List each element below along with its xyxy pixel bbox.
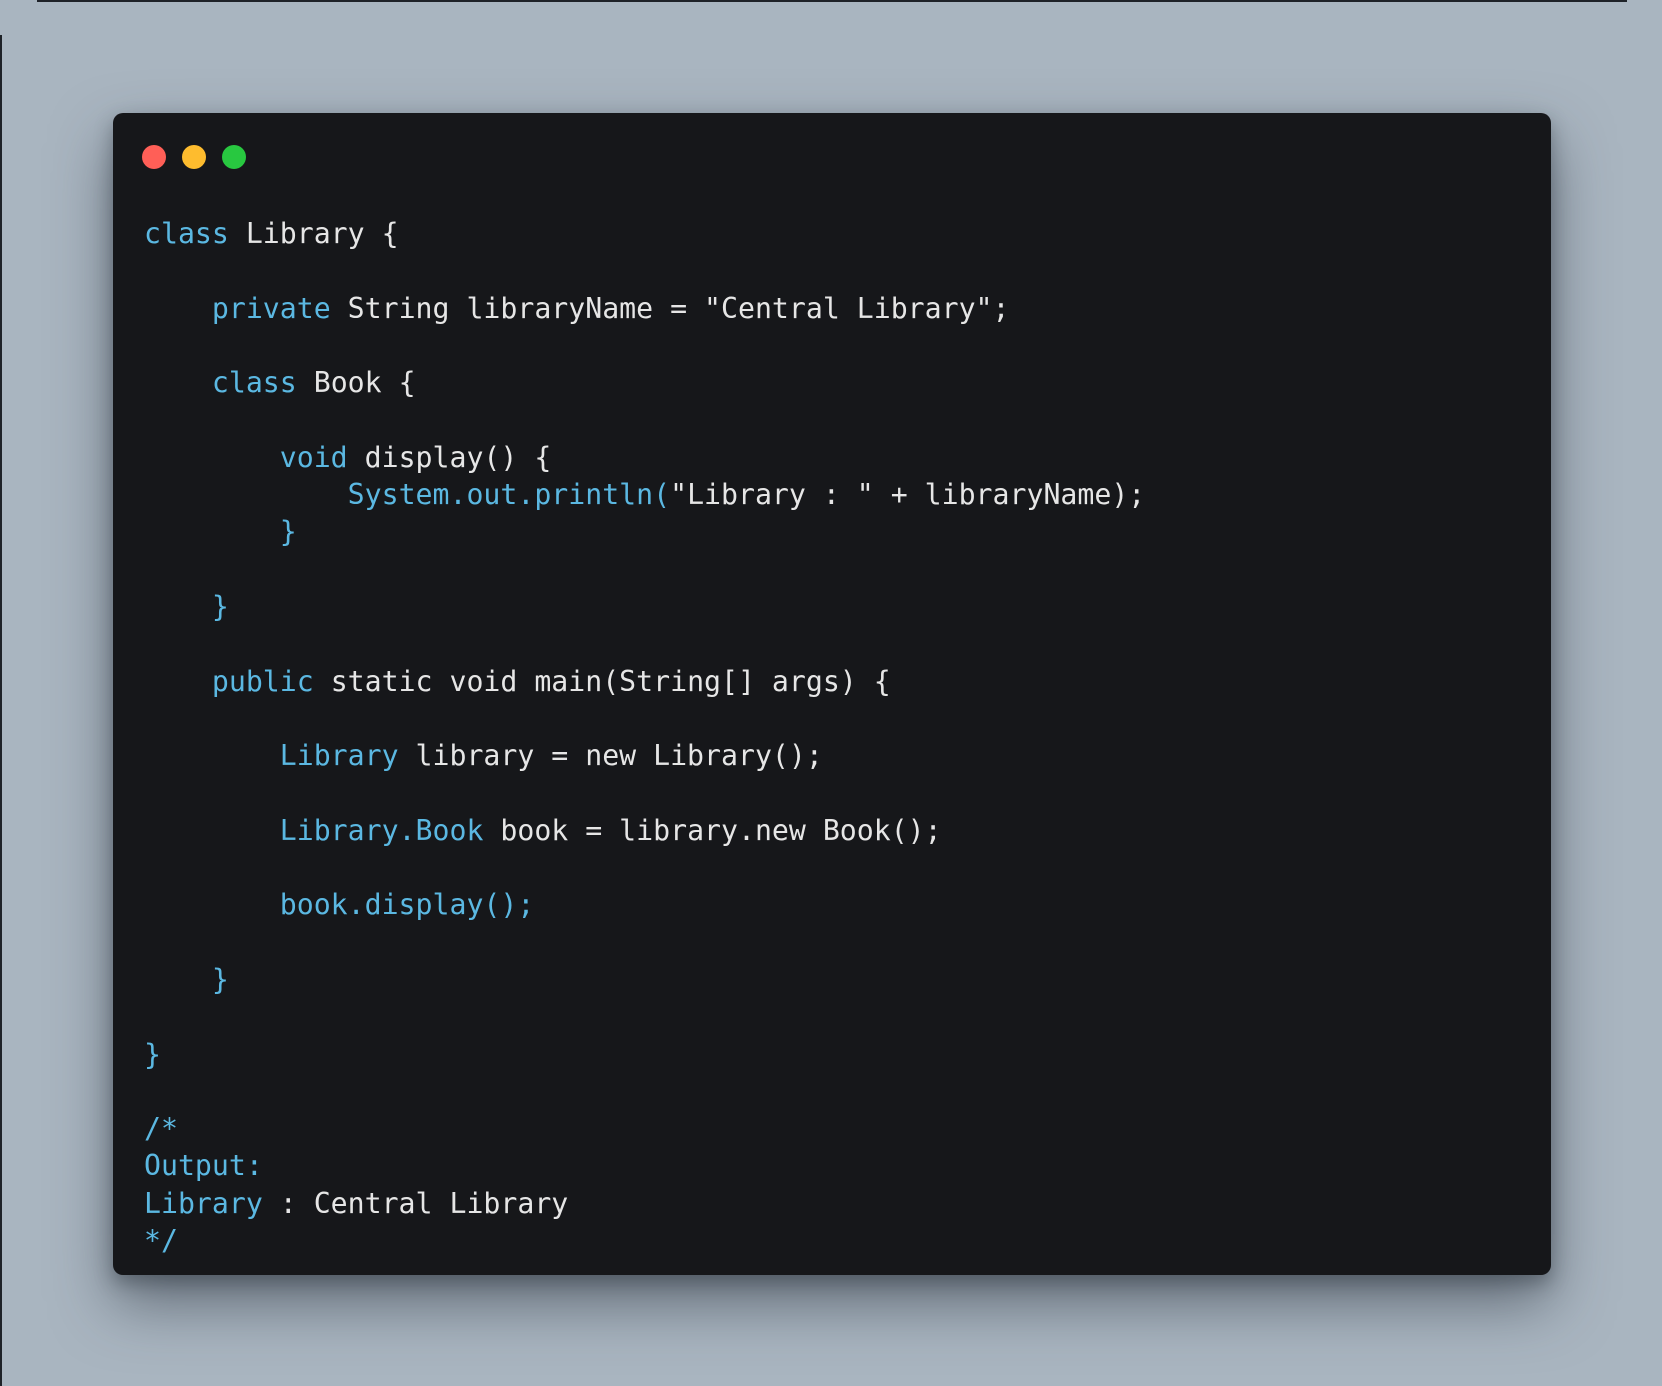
code-keyword-token: public <box>211 664 314 698</box>
code-text-token: Library { <box>228 217 399 250</box>
close-dot-icon[interactable] <box>142 145 166 169</box>
code-keyword-token: } <box>144 1037 161 1071</box>
code-line: void display() { <box>144 439 1145 476</box>
code-line: Library.Book book = library.new Book(); <box>144 812 1145 849</box>
code-line: book.display(); <box>144 886 1145 923</box>
code-keyword-token: */ <box>144 1224 178 1258</box>
code-line: Library : Central Library <box>144 1185 1145 1222</box>
code-text-token: display() { <box>347 440 552 474</box>
code-text-token: "Library : " + libraryName); <box>670 478 1146 512</box>
code-line: } <box>144 1036 1145 1073</box>
code-keyword-token: } <box>211 589 229 623</box>
code-text-token: : Central Library <box>262 1186 569 1220</box>
maximize-dot-icon[interactable] <box>222 145 246 169</box>
code-keyword-token: Library <box>279 739 399 773</box>
code-text-token: library = new Library(); <box>398 739 823 773</box>
code-keyword-token: /* <box>144 1112 178 1146</box>
code-keyword-token: } <box>211 962 229 996</box>
code-keyword-token: class <box>144 217 229 250</box>
code-line: Library library = new Library(); <box>144 737 1145 774</box>
code-text-token: book = library.new Book(); <box>483 813 942 847</box>
code-line: class Book { <box>144 364 1145 401</box>
code-text-token: static void main(String[] args) { <box>313 664 891 698</box>
code-keyword-token: System.out.println( <box>347 478 671 512</box>
top-border <box>37 0 1627 2</box>
window-controls <box>142 145 246 169</box>
code-text-token: Book { <box>296 366 416 400</box>
code-line: private String libraryName = "Central Li… <box>144 290 1145 327</box>
code-line: } <box>144 513 1145 550</box>
code-window: class Library { private String libraryNa… <box>113 113 1551 1275</box>
code-keyword-token: class <box>211 366 297 400</box>
code-keyword-token: book.display(); <box>279 888 535 922</box>
code-line: /* <box>144 1110 1145 1147</box>
code-keyword-token: private <box>211 291 331 325</box>
minimize-dot-icon[interactable] <box>182 145 206 169</box>
code-line: public static void main(String[] args) { <box>144 663 1145 700</box>
left-border <box>0 35 2 1386</box>
code-line: Output: <box>144 1147 1145 1184</box>
code-keyword-token: Output: <box>144 1149 263 1183</box>
code-line: class Library { <box>144 215 1145 252</box>
code-line: } <box>144 961 1145 998</box>
code-text-token: String libraryName = "Central Library"; <box>330 291 1010 325</box>
code-line: System.out.println("Library : " + librar… <box>144 476 1146 513</box>
code-keyword-token: void <box>279 440 348 474</box>
code-keyword-token: Library.Book <box>279 813 484 847</box>
code-keyword-token: Library <box>144 1186 263 1220</box>
code-line: */ <box>144 1222 1145 1259</box>
code-keyword-token: } <box>279 515 297 549</box>
code-block: class Library { private String libraryNa… <box>144 215 1145 1259</box>
code-line: } <box>144 588 1145 625</box>
